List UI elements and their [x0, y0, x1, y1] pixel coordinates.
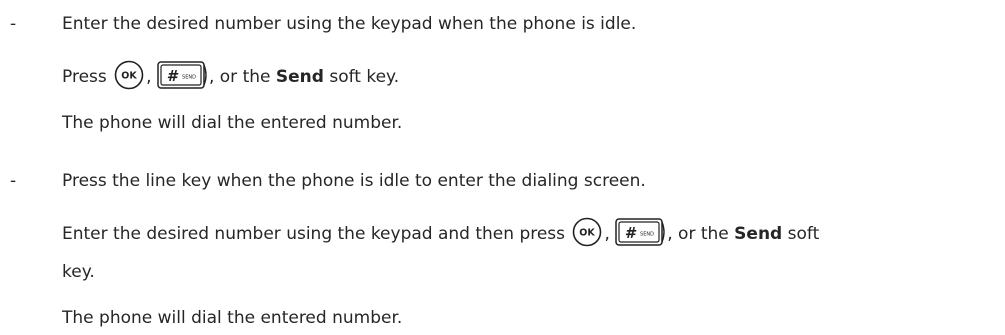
step-result: The phone will dial the entered number.: [62, 113, 403, 133]
bullet-marker: -: [10, 171, 17, 191]
bullet-marker: -: [10, 14, 17, 34]
ok-key-icon: OK: [112, 60, 146, 90]
hash-send-key-icon: # SEND: [615, 217, 667, 247]
send-key-name: Send: [734, 224, 783, 244]
or-text: , or the: [667, 224, 729, 244]
step-text: Press the line key when the phone is idl…: [62, 171, 646, 191]
send-key-label: SEND: [182, 75, 196, 81]
hash-send-key-icon: # SEND: [157, 60, 209, 90]
send-key-label: SEND: [640, 232, 654, 238]
hash-key-label: #: [625, 224, 637, 242]
ok-key-icon: OK: [570, 217, 604, 247]
send-key-name: Send: [275, 67, 324, 87]
soft-key-text: soft: [787, 224, 820, 244]
separator: ,: [146, 67, 152, 87]
ok-key-label: OK: [580, 228, 596, 239]
or-text: , or the: [208, 67, 271, 87]
step-instruction: Press OK , # SEND , or the Send soft key…: [62, 60, 400, 92]
press-label: Enter the desired number using the keypa…: [62, 224, 566, 244]
ok-key-label: OK: [121, 71, 137, 82]
step-text: Enter the desired number using the keypa…: [62, 14, 637, 34]
hash-key-label: #: [167, 67, 179, 85]
soft-key-text: soft key.: [329, 67, 400, 87]
separator: ,: [604, 224, 610, 244]
press-label: Press: [62, 67, 107, 87]
step-result: The phone will dial the entered number.: [62, 308, 403, 328]
step-instruction: Enter the desired number using the keypa…: [62, 217, 820, 249]
step-text-wrap: key.: [62, 262, 95, 282]
